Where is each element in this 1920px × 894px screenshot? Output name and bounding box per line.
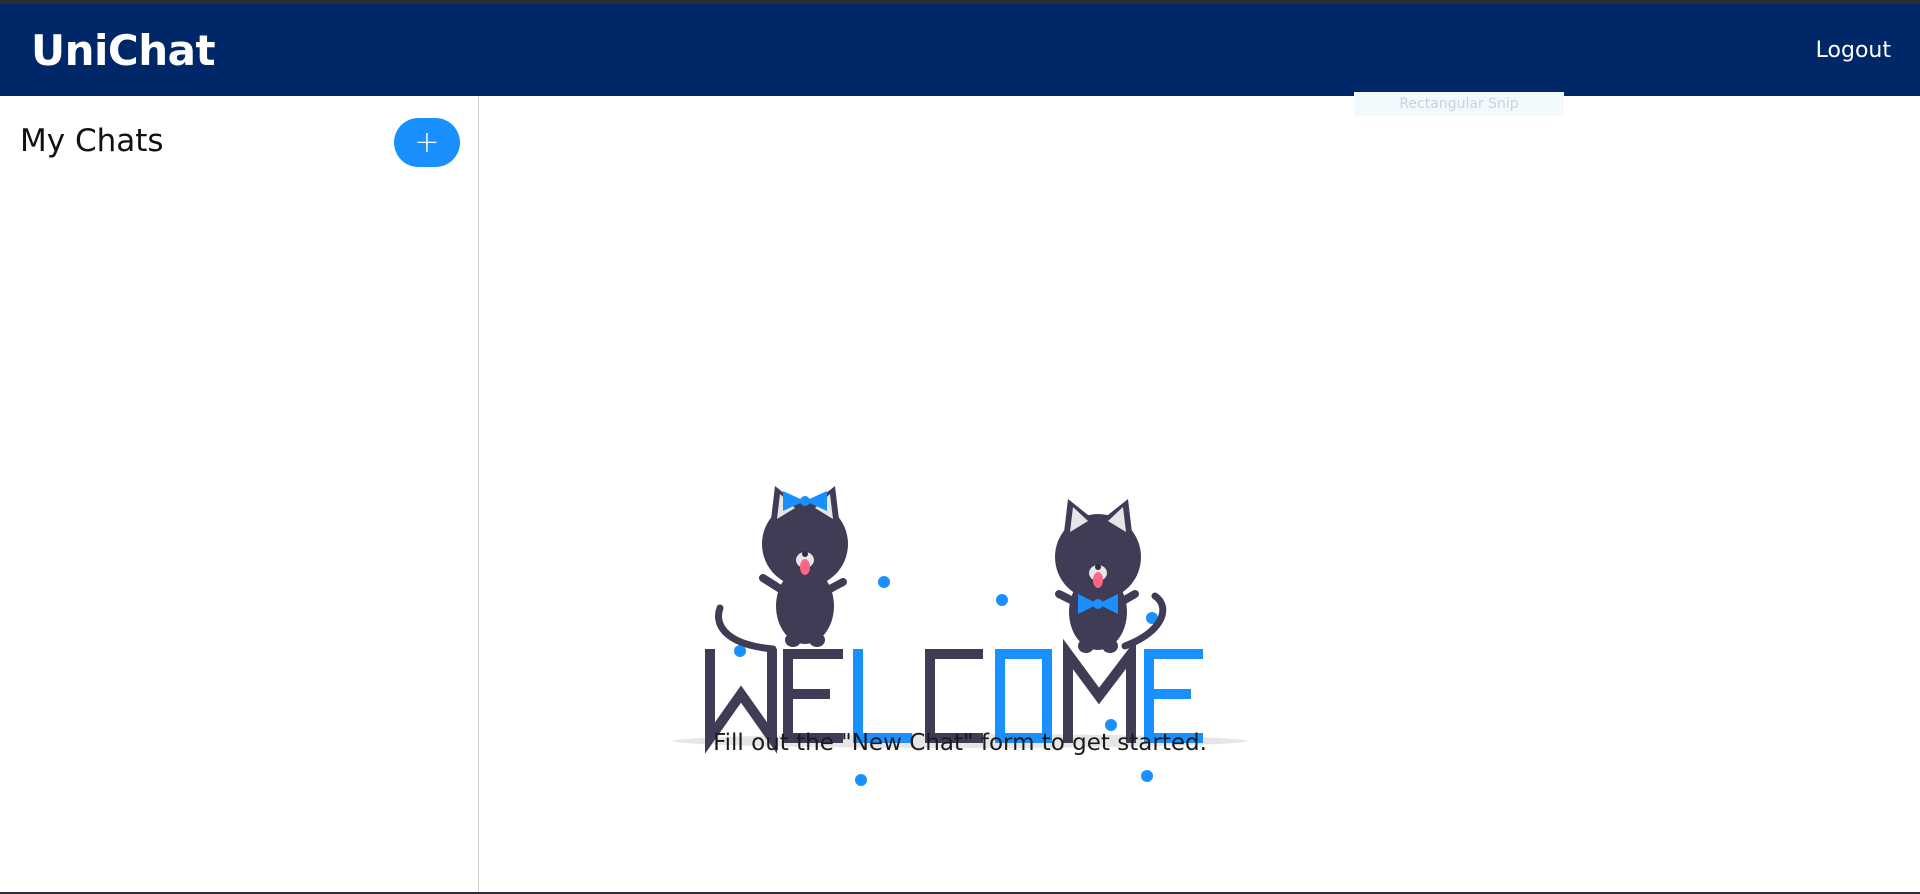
new-chat-button[interactable]: +	[394, 118, 460, 167]
getting-started-text: Fill out the "New Chat" form to get star…	[713, 730, 1207, 756]
app-logo: UniChat	[31, 25, 216, 75]
welcome-illustration	[673, 486, 1247, 786]
sidebar-title: My Chats	[20, 123, 164, 159]
plus-icon: +	[414, 124, 440, 160]
letter-l	[853, 649, 912, 743]
logout-button[interactable]: Logout	[1816, 38, 1891, 63]
navbar: UniChat Logout	[0, 4, 1920, 96]
main-panel: Fill out the "New Chat" form to get star…	[480, 96, 1920, 894]
letter-w	[705, 649, 777, 754]
cat-left	[715, 486, 848, 653]
letter-m	[1063, 638, 1136, 743]
welcome-letters	[705, 638, 1203, 754]
letter-o	[995, 649, 1052, 743]
sidebar: My Chats +	[0, 96, 479, 894]
letter-c	[925, 649, 983, 743]
cat-right	[1055, 499, 1167, 653]
sidebar-header: My Chats +	[20, 118, 460, 174]
